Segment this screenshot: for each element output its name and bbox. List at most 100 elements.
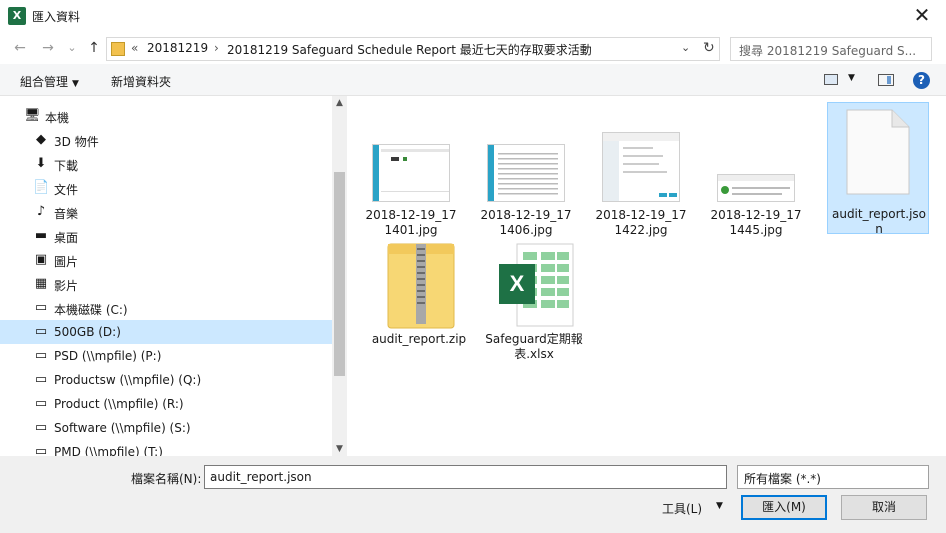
sidebar-item-label: 影片 (54, 279, 79, 293)
command-toolbar: 組合管理 ▼ 新增資料夾 ▼ ? (0, 64, 946, 96)
zip-folder-icon (386, 240, 456, 330)
desktop-icon: ▬ (34, 228, 48, 243)
sidebar-item[interactable]: ▭ 500GB (D:) (0, 320, 332, 344)
sidebar-item[interactable]: ▦ 影片 (0, 272, 332, 296)
close-button[interactable]: ✕ (902, 0, 942, 32)
sidebar-item-label: PSD (\\mpfile) (P:) (54, 349, 162, 363)
sidebar-item[interactable]: ▭ Product (\\mpfile) (R:) (0, 392, 332, 416)
search-placeholder: 搜尋 20181219 Safeguard S... (739, 44, 917, 58)
sidebar-item-label: 下載 (54, 159, 79, 173)
image-thumbnail (487, 144, 565, 202)
back-button[interactable]: ← (10, 38, 30, 58)
file-item[interactable]: audit_report.zip (368, 236, 470, 368)
filetype-select[interactable]: 所有檔案 (*.*) ⌄ (737, 465, 929, 489)
network-drive-icon: ▭ (34, 348, 48, 363)
network-drive-icon: ▭ (34, 444, 48, 457)
cancel-button[interactable]: 取消 (841, 495, 927, 520)
chevron-down-icon[interactable]: ⌄ (210, 470, 722, 481)
chevron-down-icon: ▼ (72, 79, 79, 89)
sidebar-item-label: 本機磁碟 (C:) (54, 303, 128, 317)
recent-locations-button[interactable]: ⌄ (62, 38, 82, 58)
breadcrumb-separator[interactable]: › (214, 41, 219, 55)
sidebar-item-label: 音樂 (54, 207, 79, 221)
chevron-down-icon[interactable]: ⌄ (744, 470, 922, 481)
sidebar-item-label: PMD (\\mpfile) (T:) (54, 445, 163, 456)
sidebar-item[interactable]: ▭ 本機磁碟 (C:) (0, 296, 332, 320)
drive-icon: ▭ (34, 324, 48, 339)
file-item-selected[interactable]: audit_report.json (827, 102, 929, 236)
tools-dropdown-icon[interactable]: ▼ (716, 501, 723, 511)
navigation-bar: ← → ⌄ ↑ « 20181219 › 20181219 Safeguard … (0, 32, 946, 64)
sidebar-item[interactable]: ▭ PSD (\\mpfile) (P:) (0, 344, 332, 368)
network-drive-icon: ▭ (34, 420, 48, 435)
search-input[interactable]: 搜尋 20181219 Safeguard S... (730, 37, 932, 61)
forward-button[interactable]: → (38, 38, 58, 58)
music-icon: ♪ (36, 204, 46, 219)
sidebar-item[interactable]: ▣ 圖片 (0, 248, 332, 272)
sidebar-item[interactable]: ▭ Software (\\mpfile) (S:) (0, 416, 332, 440)
svg-text:X: X (510, 271, 525, 296)
sidebar-item-label: Product (\\mpfile) (R:) (54, 397, 184, 411)
change-view-icon[interactable] (824, 74, 838, 85)
up-button[interactable]: ↑ (84, 38, 104, 58)
blank-file-icon (846, 109, 910, 195)
sidebar-item[interactable]: ◆ 3D 物件 (0, 128, 332, 152)
filename-input[interactable]: audit_report.json ⌄ (204, 465, 727, 489)
file-list: 2018-12-19_171401.jpg 2018-12-19_171406.… (355, 96, 946, 456)
network-drive-icon: ▭ (34, 372, 48, 387)
image-thumbnail (372, 144, 450, 202)
address-overflow[interactable]: « (131, 41, 138, 55)
folder-user-icon (111, 42, 125, 56)
sidebar-item-label: 桌面 (54, 231, 79, 245)
file-item[interactable]: 2018-12-19_171406.jpg (475, 104, 577, 237)
refresh-icon[interactable]: ↻ (703, 40, 715, 56)
file-name: 2018-12-19_171445.jpg (710, 208, 802, 237)
file-name: 2018-12-19_171406.jpg (480, 208, 572, 237)
sidebar-item[interactable]: ▭ Productsw (\\mpfile) (Q:) (0, 368, 332, 392)
file-item[interactable]: 2018-12-19_171422.jpg (590, 104, 692, 237)
sidebar-item-label: 圖片 (54, 255, 79, 269)
file-item[interactable]: 2018-12-19_171445.jpg (705, 104, 807, 237)
video-icon: ▦ (34, 276, 48, 291)
file-name: 2018-12-19_171422.jpg (595, 208, 687, 237)
sidebar-item-label: Productsw (\\mpfile) (Q:) (54, 373, 202, 387)
dialog-footer: 檔案名稱(N): audit_report.json ⌄ 所有檔案 (*.*) … (0, 456, 946, 533)
computer-icon: 🖥 (24, 108, 41, 123)
file-name: 2018-12-19_171401.jpg (365, 208, 457, 237)
pictures-icon: ▣ (34, 252, 48, 267)
title-bar: X 匯入資料 ✕ (0, 0, 946, 32)
sidebar-item[interactable]: ♪ 音樂 (0, 200, 332, 224)
breadcrumb-separator[interactable]: › (583, 41, 588, 55)
cube-icon: ◆ (36, 132, 46, 147)
file-name: Safeguard定期報表.xlsx (485, 332, 583, 361)
tools-button[interactable]: 工具(L) (662, 500, 702, 517)
file-item[interactable]: X Safeguard定期報表.xlsx (483, 236, 585, 368)
navigation-scrollbar[interactable]: ▲ ▼ (332, 96, 347, 456)
sidebar-item[interactable]: ▬ 桌面 (0, 224, 332, 248)
file-item[interactable]: 2018-12-19_171401.jpg (360, 104, 462, 237)
sidebar-item-label: Software (\\mpfile) (S:) (54, 421, 191, 435)
preview-pane-icon[interactable] (878, 74, 894, 86)
scroll-down-icon[interactable]: ▼ (332, 444, 347, 454)
view-dropdown-icon[interactable]: ▼ (848, 73, 855, 83)
image-thumbnail (602, 132, 680, 202)
scroll-thumb[interactable] (334, 172, 345, 376)
import-button[interactable]: 匯入(M) (741, 495, 827, 520)
breadcrumb-item[interactable]: 20181219 Safeguard Schedule Report 最近七天的… (227, 41, 592, 58)
sidebar-item[interactable]: 📄 文件 (0, 176, 332, 200)
image-thumbnail (717, 174, 795, 202)
sidebar-item-label: 500GB (D:) (54, 325, 121, 339)
sidebar-item[interactable]: ▭ PMD (\\mpfile) (T:) (0, 440, 332, 457)
address-dropdown-icon[interactable]: ⌄ (681, 41, 690, 54)
scroll-up-icon[interactable]: ▲ (332, 98, 347, 108)
address-bar[interactable]: « 20181219 › 20181219 Safeguard Schedule… (106, 37, 720, 61)
system-drive-icon: ▭ (34, 300, 48, 315)
sidebar-item[interactable]: ⬇ 下載 (0, 152, 332, 176)
sidebar-item[interactable]: 🖥 本機 (0, 104, 332, 128)
breadcrumb-item[interactable]: 20181219 (147, 41, 208, 55)
navigation-pane: 🖥 本機 ◆ 3D 物件 ⬇ 下載 📄 文件 ♪ 音樂 ▬ 桌面 ▣ 圖片 ▦ 影片 ▭ 本機磁碟 (C:) ▭ 50… (0, 96, 347, 456)
help-icon[interactable]: ? (913, 72, 930, 89)
organize-button[interactable]: 組合管理 ▼ (20, 73, 79, 90)
excel-app-icon: X (8, 7, 26, 25)
new-folder-button[interactable]: 新增資料夾 (111, 73, 171, 90)
